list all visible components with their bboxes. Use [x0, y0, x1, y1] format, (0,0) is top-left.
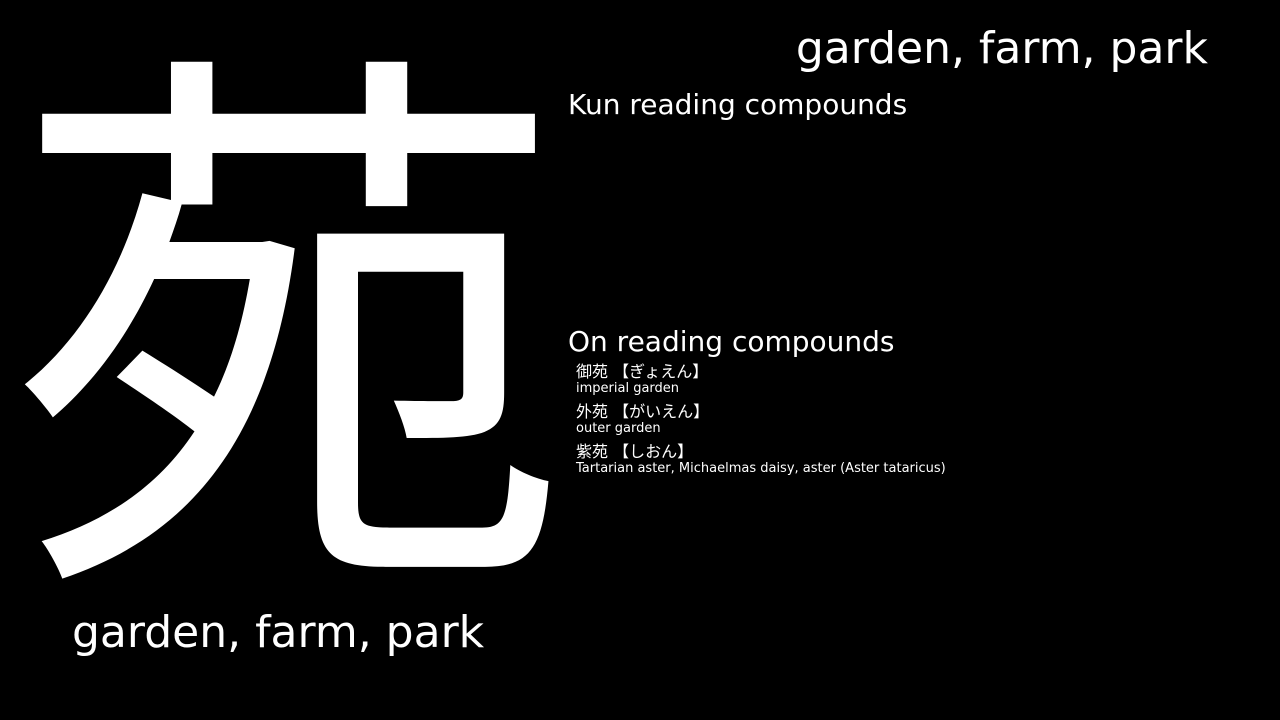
on-compound-list: 御苑 【ぎょえん】 imperial garden 外苑 【がいえん】 oute…	[576, 362, 1256, 482]
compound-word: 外苑 【がいえん】	[576, 402, 710, 421]
compound-word: 紫苑 【しおん】	[576, 442, 694, 461]
meaning-bottom: garden, farm, park	[72, 607, 485, 658]
on-reading-heading: On reading compounds	[568, 325, 895, 358]
compound-item: 御苑 【ぎょえん】 imperial garden	[576, 362, 1256, 396]
main-kanji: 苑	[8, 12, 568, 664]
kun-reading-heading: Kun reading compounds	[568, 88, 908, 121]
compound-gloss: imperial garden	[576, 381, 680, 396]
compound-item: 外苑 【がいえん】 outer garden	[576, 402, 1256, 436]
compound-item: 紫苑 【しおん】 Tartarian aster, Michaelmas dai…	[576, 442, 1256, 476]
compound-gloss: Tartarian aster, Michaelmas daisy, aster…	[576, 461, 946, 476]
compound-word: 御苑 【ぎょえん】	[576, 362, 709, 381]
compound-gloss: outer garden	[576, 421, 661, 436]
kanji-card: 苑 garden, farm, park Kun reading compoun…	[0, 0, 1280, 720]
meaning-top: garden, farm, park	[795, 23, 1208, 74]
